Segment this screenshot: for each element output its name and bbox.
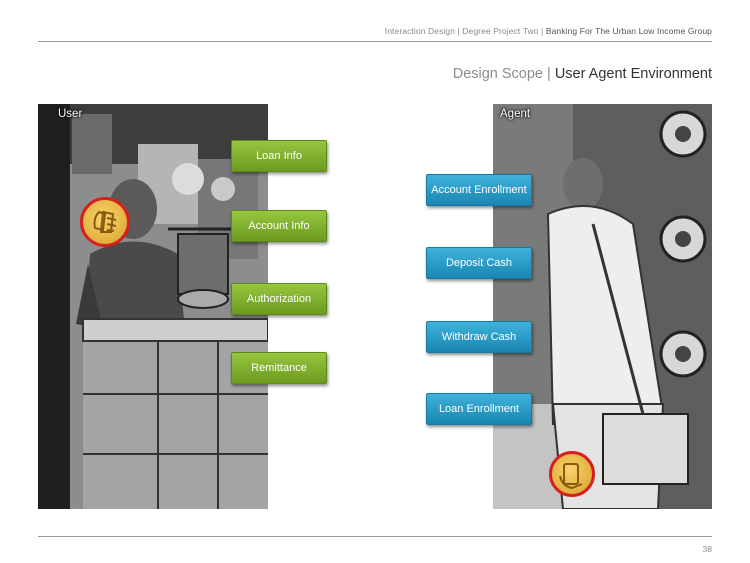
- account-enrollment-option[interactable]: Account Enrollment: [426, 174, 532, 206]
- page-number: 38: [702, 544, 712, 554]
- header-prefix: Interaction Design | Degree Project Two …: [384, 26, 544, 36]
- account-info-option[interactable]: Account Info: [231, 210, 327, 242]
- deposit-cash-option[interactable]: Deposit Cash: [426, 247, 532, 279]
- remittance-option[interactable]: Remittance: [231, 352, 327, 384]
- bottom-divider: [38, 536, 712, 537]
- authorization-option[interactable]: Authorization: [231, 283, 327, 315]
- loan-info-option[interactable]: Loan Info: [231, 140, 327, 172]
- agent-scene-image: Agent: [493, 104, 712, 509]
- agent-hand-phone-icon: [549, 451, 595, 497]
- header-title: Banking For The Urban Low Income Group: [545, 26, 712, 36]
- agent-hand-phone-sketch: [559, 463, 583, 490]
- top-divider: [38, 41, 712, 42]
- page-title: Design Scope | User Agent Environment: [453, 66, 712, 82]
- user-hand-phone-sketch: [93, 210, 117, 233]
- withdraw-cash-option[interactable]: Withdraw Cash: [426, 321, 532, 353]
- user-hand-phone-icon: [80, 197, 130, 247]
- header-breadcrumb: Interaction Design | Degree Project Two …: [385, 26, 712, 36]
- loan-enrollment-option[interactable]: Loan Enrollment: [426, 393, 532, 425]
- page-title-main: User Agent Environment: [554, 66, 712, 82]
- agent-scene-sketch: [493, 104, 712, 509]
- agent-label: Agent: [500, 108, 531, 120]
- page-title-prefix: Design Scope |: [452, 66, 551, 82]
- user-label: User: [58, 108, 83, 120]
